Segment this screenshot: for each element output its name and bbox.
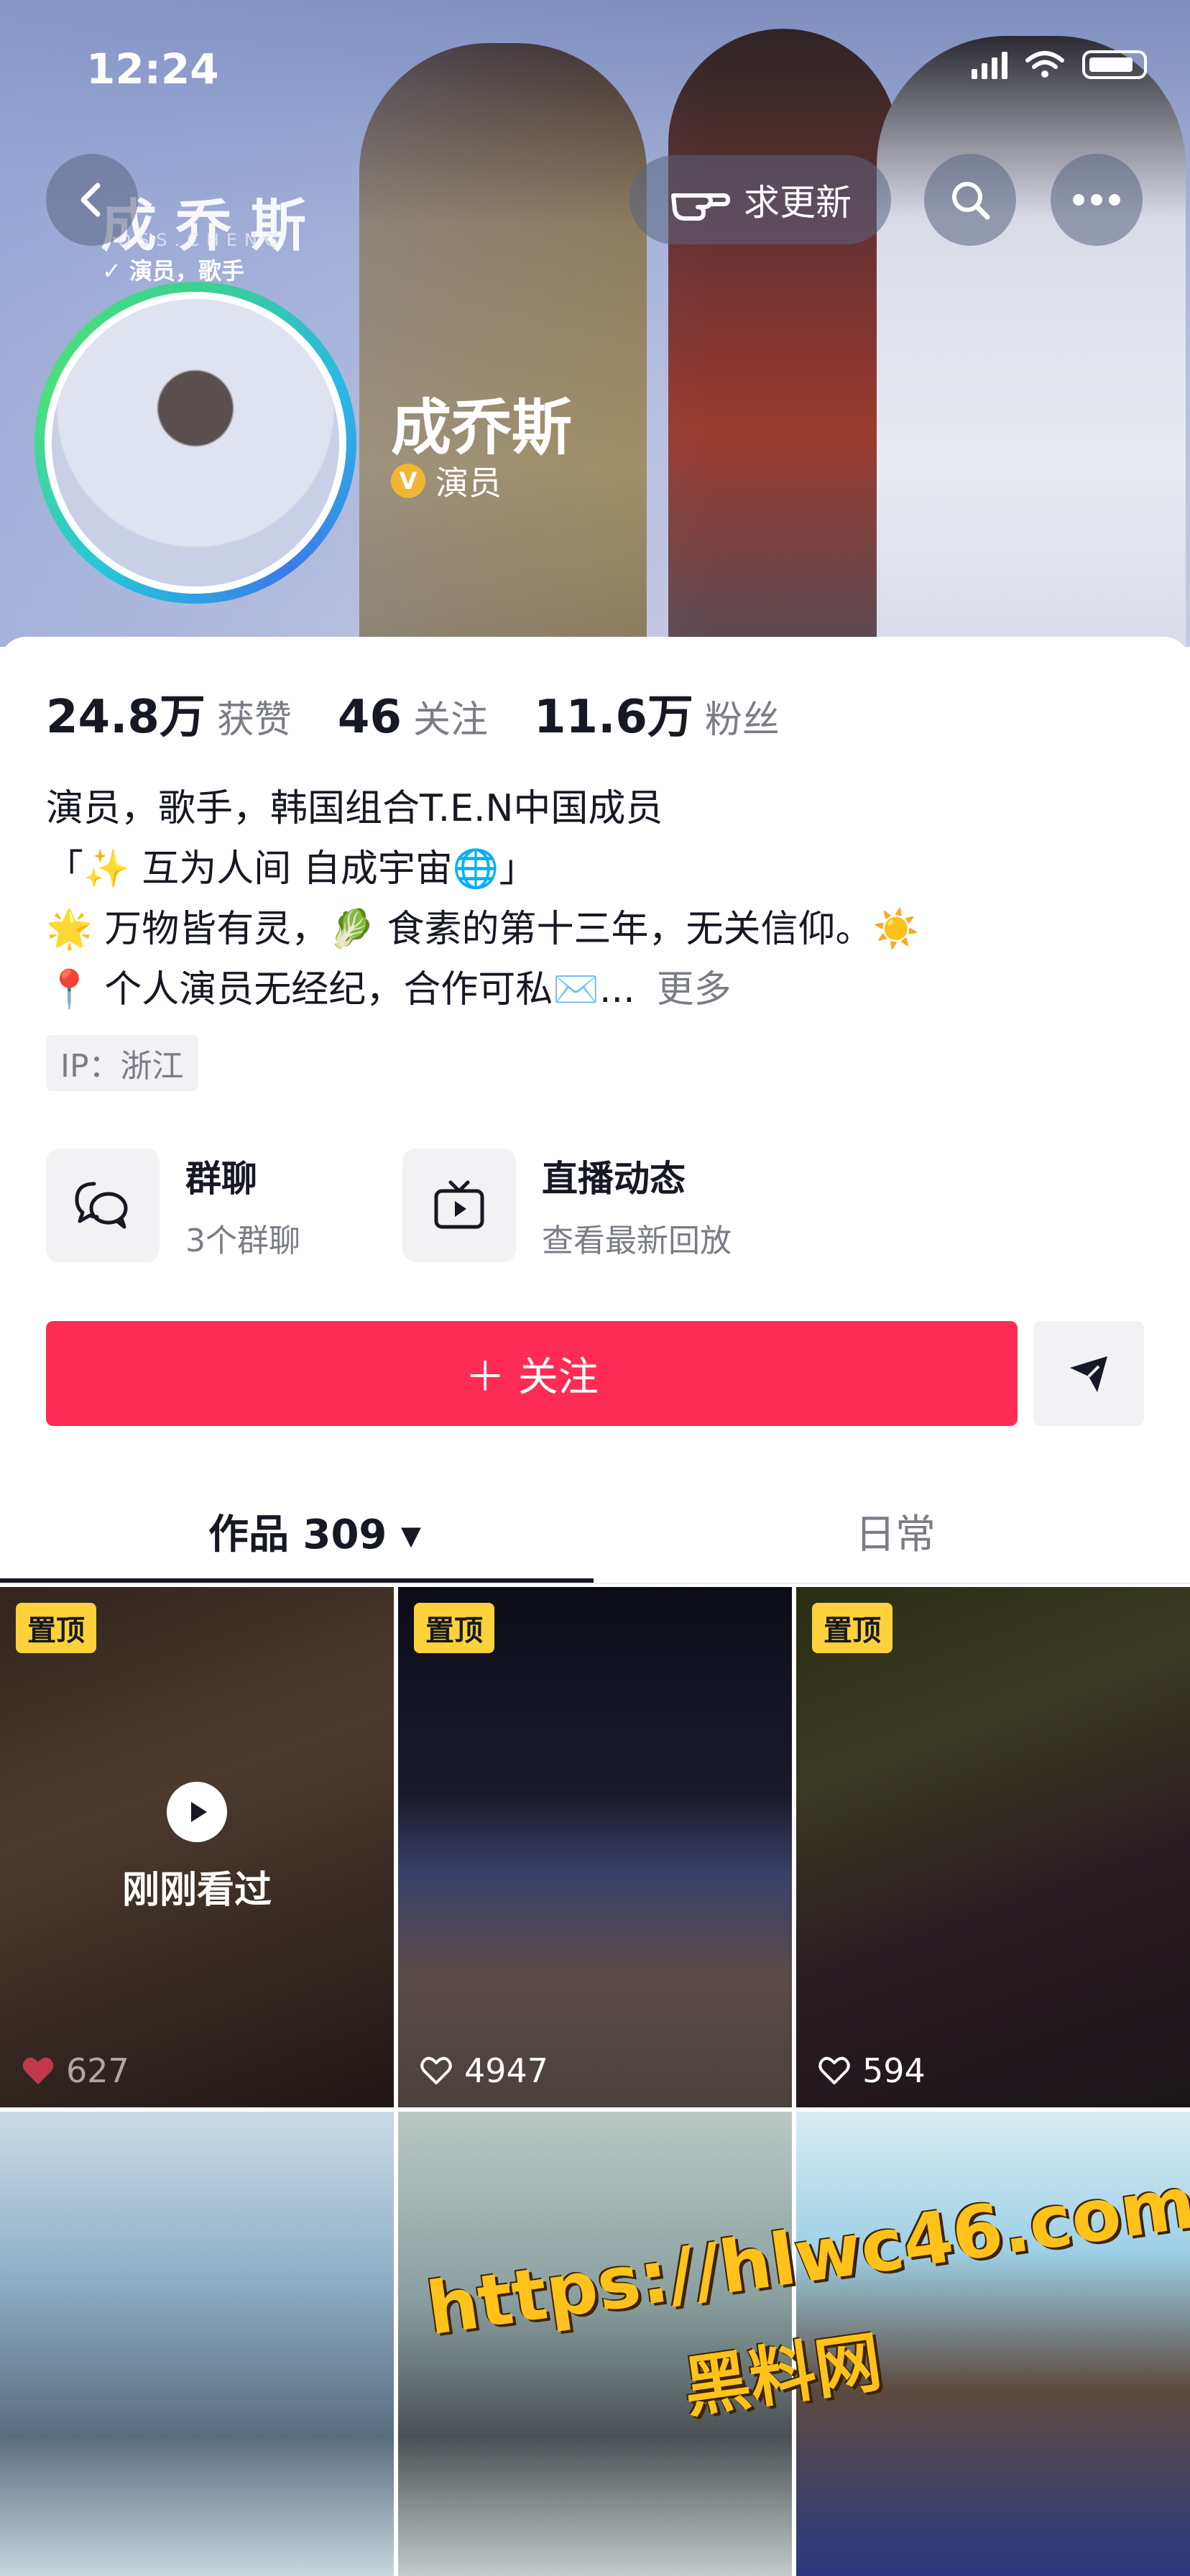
video-tile-2[interactable]: 置顶 4947 — [398, 1587, 792, 2107]
likes-count[interactable]: 24.8万 — [46, 680, 206, 746]
send-arrow-icon — [1070, 1356, 1107, 1392]
signal-icon — [972, 50, 1007, 79]
live-updates-entry[interactable]: 直播动态 查看最新回放 — [402, 1149, 732, 1262]
play-icon — [167, 1781, 227, 1842]
video-likes-count: 4947 — [464, 2051, 549, 2090]
video-likes: 627 — [22, 2051, 129, 2090]
heart-outline-icon — [420, 2056, 452, 2084]
request-update-label: 求更新 — [744, 182, 852, 224]
pinned-badge: 置顶 — [812, 1603, 892, 1653]
video-likes: 4947 — [420, 2051, 548, 2090]
live-updates-text: 直播动态 查看最新回放 — [542, 1150, 732, 1261]
bio-line-4-text: 📍 个人演员无经纪，合作可私✉️... — [46, 968, 635, 1011]
tab-works[interactable]: 作品 309 ▾ — [208, 1502, 421, 1560]
profile-role-label: 演员 — [435, 464, 502, 502]
more-button[interactable] — [1051, 154, 1143, 246]
profile-name: 成乔斯 — [391, 392, 573, 463]
profile-role: V 演员 — [391, 457, 502, 505]
bio-line-2: 「✨ 互为人间 自成宇宙🌐」 — [46, 847, 537, 891]
group-chat-entry[interactable]: 群聊 3个群聊 — [46, 1149, 300, 1262]
tab-divider — [0, 1583, 1190, 1584]
request-update-button[interactable]: 求更新 — [629, 155, 891, 244]
group-chat-icon-box — [46, 1149, 160, 1262]
pinned-badge: 置顶 — [414, 1603, 494, 1653]
live-icon-box — [402, 1149, 516, 1262]
bio-line-4: 📍 个人演员无经纪，合作可私✉️... 更多 — [46, 959, 732, 1013]
banner-tag-text: 演员，歌手 — [129, 257, 244, 285]
banner-brand-tag: ✓ 演员，歌手 — [102, 257, 244, 285]
chevron-left-icon — [80, 183, 101, 217]
status-icons — [972, 50, 1147, 79]
search-icon — [952, 182, 990, 220]
tv-icon — [434, 1180, 484, 1229]
group-chat-text: 群聊 3个群聊 — [185, 1150, 300, 1261]
avatar[interactable] — [45, 292, 346, 594]
follow-button[interactable]: ＋ 关注 — [46, 1321, 1018, 1426]
heart-filled-icon — [22, 2057, 54, 2084]
group-chat-title: 群聊 — [185, 1158, 257, 1200]
profile-stats: 24.8万 获赞 46 关注 11.6万 粉丝 — [46, 680, 826, 746]
following-count[interactable]: 46 — [338, 691, 402, 744]
video-tile-4[interactable] — [0, 2112, 394, 2576]
verified-icon: V — [391, 464, 425, 498]
share-button[interactable] — [1033, 1321, 1144, 1426]
followers-label: 粉丝 — [704, 699, 780, 742]
banner-brand-subtext: JOSS.CHENG — [105, 230, 285, 250]
wifi-icon — [1025, 51, 1064, 78]
video-likes-count: 594 — [862, 2051, 926, 2090]
video-tile-3[interactable]: 置顶 594 — [796, 1587, 1190, 2107]
pointing-hand-icon — [671, 193, 731, 221]
chat-bubbles-icon — [75, 1182, 128, 1229]
recently-watched-label: 刚刚看过 — [121, 1868, 272, 1912]
ip-location-tag: IP：浙江 — [46, 1035, 198, 1091]
bio-line-1: 演员，歌手，韩国组合T.E.N中国成员 — [46, 787, 663, 830]
more-dots-icon — [1073, 194, 1120, 206]
video-tile-1[interactable]: 刚刚看过 置顶 627 — [0, 1587, 394, 2107]
likes-label: 获赞 — [216, 699, 292, 742]
followers-count[interactable]: 11.6万 — [534, 680, 693, 746]
following-label: 关注 — [412, 699, 488, 742]
back-button[interactable] — [46, 154, 138, 246]
bio-line-3: 🌟 万物皆有灵，🥬 食素的第十三年，无关信仰。☀️ — [46, 908, 920, 951]
recently-watched-overlay: 刚刚看过 — [0, 1587, 394, 2107]
video-likes-count: 627 — [66, 2051, 129, 2090]
bio-more-link[interactable]: 更多 — [657, 968, 732, 1011]
search-button[interactable] — [924, 154, 1016, 246]
pinned-badge: 置顶 — [16, 1603, 96, 1653]
battery-icon — [1082, 50, 1147, 79]
group-chat-subtitle: 3个群聊 — [185, 1223, 300, 1259]
video-likes: 594 — [818, 2051, 926, 2090]
live-updates-subtitle: 查看最新回放 — [542, 1223, 732, 1259]
tab-daily[interactable]: 日常 — [855, 1502, 936, 1560]
status-time: 12:24 — [86, 45, 219, 93]
heart-outline-icon — [818, 2056, 850, 2084]
live-updates-title: 直播动态 — [542, 1158, 686, 1200]
